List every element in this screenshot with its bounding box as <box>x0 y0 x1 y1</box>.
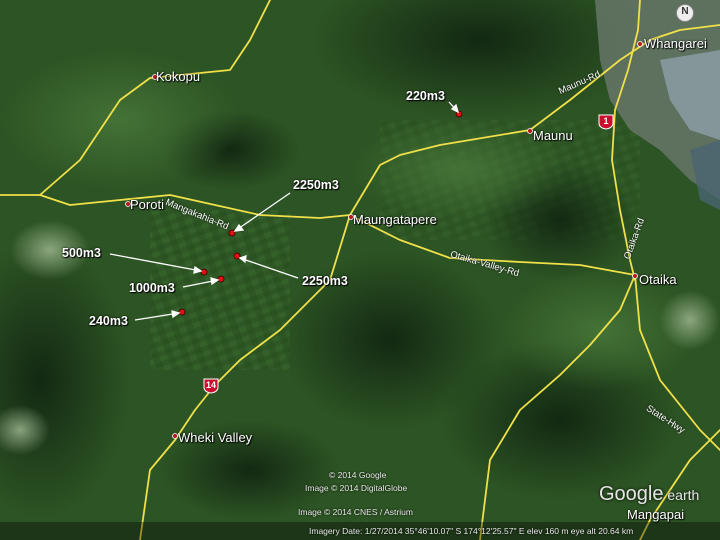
volume-label-240: 240m3 <box>89 314 128 328</box>
sh1-shield: 1 <box>598 114 614 130</box>
status-text: Imagery Date: 1/27/2014 35°46'10.07" S 1… <box>309 526 634 536</box>
town-dot-maunu <box>527 128 533 134</box>
town-label-otaika: Otaika <box>639 272 677 287</box>
town-label-poroti: Poroti <box>130 197 164 212</box>
town-label-mangapai: Mangapai <box>627 507 685 522</box>
volume-label-1000: 1000m3 <box>129 281 175 295</box>
town-dot-otaika <box>632 273 638 279</box>
sh14-shield: 14 <box>203 378 219 394</box>
site-marker-500 <box>200 268 208 276</box>
volume-label-220: 220m3 <box>406 89 445 103</box>
volume-label-2250-north: 2250m3 <box>293 178 339 192</box>
satellite-map[interactable] <box>0 0 720 540</box>
credit-digitalglobe: Image © 2014 DigitalGlobe <box>305 483 408 493</box>
credit-cnes: Image © 2014 CNES / Astrium <box>298 507 413 517</box>
town-label-wheki-valley: Wheki Valley <box>178 430 253 445</box>
credit-google: © 2014 Google <box>329 470 387 480</box>
town-label-maungatapere: Maungatapere <box>353 212 437 227</box>
town-label-kokopu: Kokopu <box>156 69 201 84</box>
site-marker-240 <box>178 308 186 316</box>
town-label-whangarei: Whangarei <box>644 36 707 51</box>
google-earth-logo: Google earth <box>599 483 700 505</box>
town-dot-wheki <box>172 433 178 439</box>
town-label-maunu: Maunu <box>533 128 573 143</box>
site-marker-2250a <box>228 229 236 237</box>
town-dot-whangarei <box>637 41 643 47</box>
compass-icon[interactable]: N <box>676 4 694 22</box>
volume-label-2250-south: 2250m3 <box>302 274 348 288</box>
volume-label-500: 500m3 <box>62 246 101 260</box>
site-marker-1000 <box>217 275 225 283</box>
